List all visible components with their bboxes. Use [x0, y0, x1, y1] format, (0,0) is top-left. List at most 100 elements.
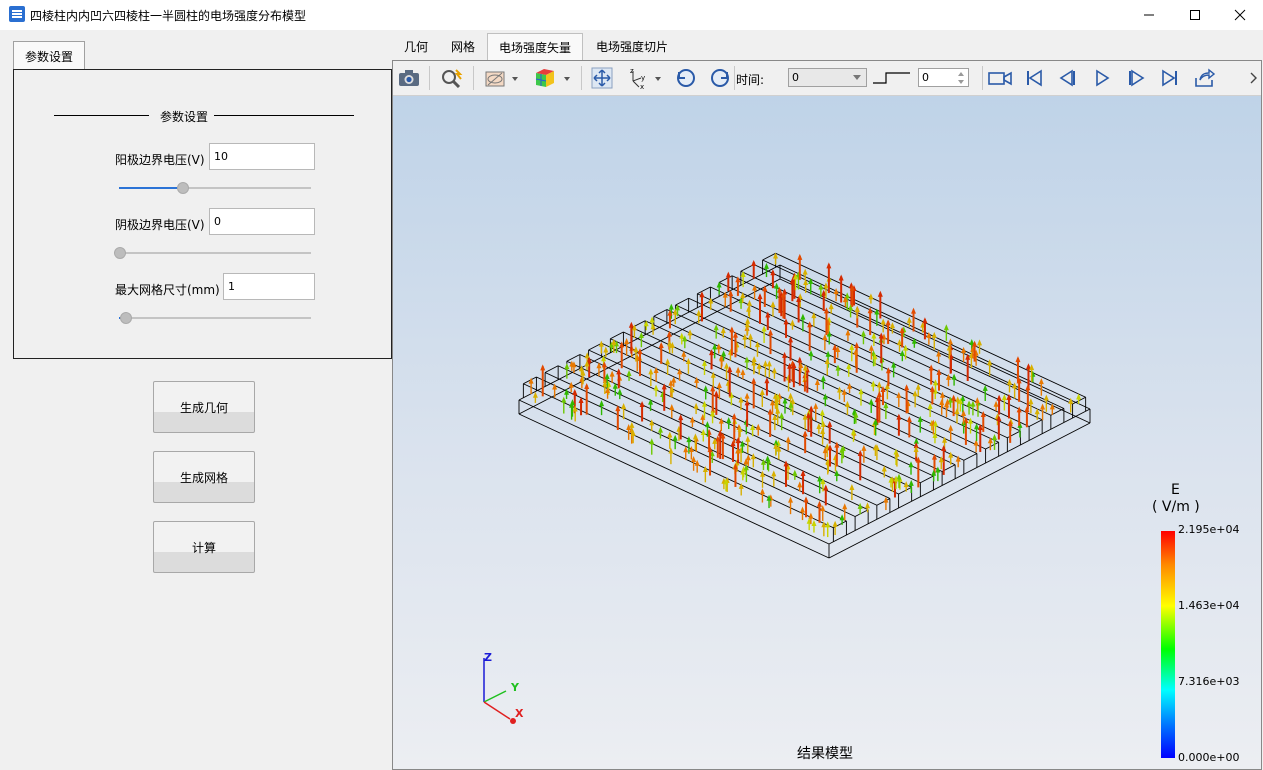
color-map-dropdown[interactable]	[531, 66, 573, 90]
title-bar: 四棱柱内内凹六四棱柱一半圆柱的电场强度分布模型	[0, 0, 1263, 30]
field-vector-arrowhead	[669, 404, 675, 411]
parameter-groupbox: 参数设置 阳极边界电压(V) 10 阴极边界电压(V) 0 最大网格尺寸(mm)…	[13, 69, 392, 359]
minimize-button[interactable]	[1126, 0, 1172, 30]
base-edge	[518, 413, 830, 559]
field-vector-arrowhead	[637, 348, 643, 355]
field-vector-arrowhead	[735, 366, 741, 373]
field-vector-arrowhead	[974, 397, 980, 404]
field-vector-arrowhead	[807, 321, 813, 328]
tab-field-slice[interactable]: 电场强度切片	[585, 33, 679, 60]
tab-parameter-settings[interactable]: 参数设置	[13, 41, 85, 70]
field-vector-arrowhead	[824, 357, 830, 364]
field-vector-arrowhead	[808, 350, 814, 357]
field-vector-arrowhead	[759, 389, 765, 396]
3d-scene[interactable]: E ( V/m ) 2.195e+04 1.463e+04 7.316e+03 …	[393, 96, 1261, 769]
field-vector-arrowhead	[629, 421, 635, 428]
rotate-left-button[interactable]	[673, 66, 699, 90]
field-vector-arrowhead	[931, 331, 937, 338]
cathode-voltage-slider[interactable]	[114, 247, 311, 259]
field-vector-arrowhead	[759, 488, 765, 495]
time-select[interactable]: 0	[788, 68, 867, 87]
video-camera-icon	[988, 71, 1012, 86]
field-vector-arrowhead	[861, 444, 867, 451]
last-frame-button[interactable]	[1157, 66, 1183, 90]
slider-thumb[interactable]	[119, 312, 132, 324]
axis-y-label: Y	[510, 681, 520, 694]
field-vector-arrowhead	[688, 445, 694, 452]
step-spinbox[interactable]: 0	[918, 68, 969, 87]
screenshot-button[interactable]	[396, 66, 422, 90]
field-vector-arrowhead	[745, 435, 751, 442]
field-vector-arrowhead	[668, 303, 674, 310]
toolbar-overflow-icon[interactable]	[1250, 72, 1258, 84]
field-vector-arrowhead	[762, 360, 768, 367]
previous-frame-button[interactable]	[1055, 66, 1081, 90]
field-vector-arrowhead	[800, 470, 806, 477]
field-vector-arrowhead	[710, 385, 716, 392]
tab-geometry[interactable]: 几何	[396, 33, 436, 60]
rotate-right-button[interactable]	[707, 66, 733, 90]
zoom-fit-button[interactable]	[439, 66, 465, 90]
rib-edge	[697, 286, 711, 295]
tab-field-vector[interactable]: 电场强度矢量	[487, 33, 583, 61]
export-button[interactable]	[1191, 66, 1217, 90]
view-tabs: 几何 网格 电场强度矢量 电场强度切片	[391, 30, 1263, 61]
maximize-button[interactable]	[1172, 0, 1218, 30]
max-mesh-size-slider[interactable]	[119, 312, 311, 324]
field-vector-arrowhead	[792, 469, 798, 476]
generate-mesh-button[interactable]: 生成网格	[153, 451, 255, 503]
colorbar-unit: ( V/m )	[1152, 499, 1200, 515]
slider-thumb[interactable]	[114, 247, 126, 259]
viewer-toolbar: zyx 时间: 0 0	[393, 61, 1261, 96]
cathode-voltage-input[interactable]: 0	[209, 208, 315, 235]
tab-mesh[interactable]: 网格	[443, 33, 483, 60]
field-vector-arrowhead	[633, 346, 639, 353]
pan-button[interactable]	[589, 66, 615, 90]
slider-track	[119, 317, 311, 319]
field-vector-arrowhead	[922, 317, 928, 324]
slider-thumb[interactable]	[177, 182, 190, 194]
close-button[interactable]	[1217, 0, 1263, 30]
field-vector-arrowhead	[665, 358, 671, 365]
play-icon	[1096, 69, 1110, 87]
field-vector-arrowhead	[977, 339, 983, 346]
field-vector-arrowhead	[876, 381, 882, 388]
rib-edge	[544, 372, 856, 517]
generate-geometry-button[interactable]: 生成几何	[153, 381, 255, 433]
field-vector-arrowhead	[951, 394, 957, 401]
field-vector-arrowhead	[987, 437, 993, 444]
field-vector-arrowhead	[561, 396, 567, 403]
field-vector-arrowhead	[827, 420, 833, 427]
result-viewer: zyx 时间: 0 0 E (V/m) 2.195e+04 1.463e+0…	[392, 60, 1262, 770]
field-vector-arrowhead	[621, 402, 627, 409]
pan-move-icon	[591, 67, 613, 89]
field-vector-arrowhead	[731, 413, 737, 420]
anode-voltage-input[interactable]: 10	[209, 143, 315, 170]
surface-display-dropdown[interactable]	[483, 66, 521, 90]
field-vector-arrowhead	[832, 520, 838, 527]
prev-frame-icon	[1059, 69, 1075, 87]
field-vector-arrowhead	[604, 373, 610, 380]
right-panel: 几何 网格 电场强度矢量 电场强度切片 zyx 时间: 0 0 E (V/m …	[391, 30, 1263, 770]
field-vector-arrowhead	[1038, 378, 1044, 385]
colorbar-gradient	[1161, 531, 1175, 758]
base-edge	[828, 422, 1091, 559]
field-vector-arrowhead	[744, 356, 750, 363]
time-label: 时间:	[736, 73, 765, 87]
max-mesh-size-input[interactable]: 1	[223, 273, 315, 300]
next-frame-button[interactable]	[1123, 66, 1149, 90]
axes-orientation-dropdown[interactable]: zyx	[625, 66, 665, 90]
spin-arrows-icon[interactable]	[958, 72, 964, 84]
field-vector-arrowhead	[803, 496, 809, 503]
field-vector-arrowhead	[1001, 394, 1007, 401]
field-vector-arrowhead	[785, 436, 791, 443]
record-video-button[interactable]	[987, 66, 1013, 90]
field-vector-arrowhead	[797, 356, 803, 363]
field-vector-arrowhead	[883, 402, 889, 409]
field-vector-arrowhead	[746, 299, 752, 306]
compute-button[interactable]: 计算	[153, 521, 255, 573]
anode-voltage-slider[interactable]	[119, 182, 311, 194]
first-frame-button[interactable]	[1021, 66, 1047, 90]
play-button[interactable]	[1089, 66, 1115, 90]
slider-track	[119, 252, 311, 254]
